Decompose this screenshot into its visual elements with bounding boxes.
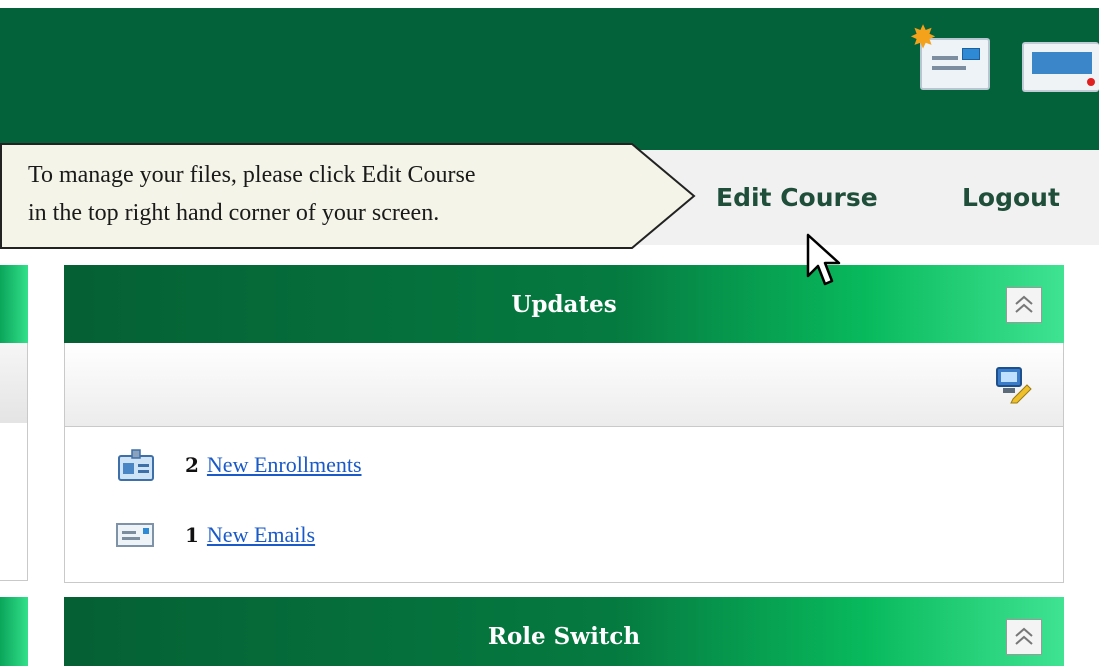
list-item: 2 New Enrollments bbox=[113, 445, 362, 485]
edit-course-link[interactable]: Edit Course bbox=[716, 183, 878, 212]
updates-panel-body: 2 New Enrollments 1 New Emails bbox=[64, 427, 1064, 583]
updates-panel-title: Updates bbox=[511, 291, 617, 318]
role-switch-panel-header: Role Switch bbox=[64, 597, 1064, 666]
new-burst-icon: ✸ bbox=[909, 18, 937, 56]
email-count: 1 bbox=[185, 523, 199, 547]
callout-line-2: in the top right hand corner of your scr… bbox=[28, 200, 440, 226]
list-item: 1 New Emails bbox=[113, 515, 315, 555]
callout-line-1: To manage your files, please click Edit … bbox=[28, 162, 476, 188]
enrollment-count: 2 bbox=[185, 453, 199, 477]
left-panel-body bbox=[0, 423, 28, 581]
logout-link[interactable]: Logout bbox=[962, 183, 1060, 212]
enrollment-icon bbox=[118, 449, 154, 481]
site-header: ✸ bbox=[0, 0, 1099, 150]
updates-panel-header: Updates bbox=[64, 265, 1064, 345]
role-switch-panel-title: Role Switch bbox=[487, 623, 641, 650]
left-panel-header-2 bbox=[0, 597, 28, 666]
double-chevron-up-icon bbox=[1015, 295, 1033, 313]
instruction-callout: To manage your files, please click Edit … bbox=[0, 142, 700, 250]
mail-icon[interactable] bbox=[1022, 42, 1099, 92]
header-top-strip bbox=[0, 0, 1099, 8]
new-emails-link[interactable]: New Emails bbox=[207, 522, 315, 548]
new-mail-icon[interactable]: ✸ bbox=[910, 21, 990, 90]
new-enrollments-link[interactable]: New Enrollments bbox=[207, 452, 362, 478]
left-panel-header bbox=[0, 265, 28, 343]
collapse-updates-button[interactable] bbox=[1006, 287, 1042, 323]
email-icon bbox=[116, 523, 154, 547]
left-panel-subbar bbox=[0, 343, 28, 423]
collapse-role-switch-button[interactable] bbox=[1006, 619, 1042, 655]
double-chevron-up-icon bbox=[1015, 627, 1033, 645]
mouse-cursor-icon bbox=[806, 233, 841, 286]
edit-settings-icon[interactable] bbox=[993, 365, 1033, 405]
updates-toolbar bbox=[64, 343, 1064, 427]
